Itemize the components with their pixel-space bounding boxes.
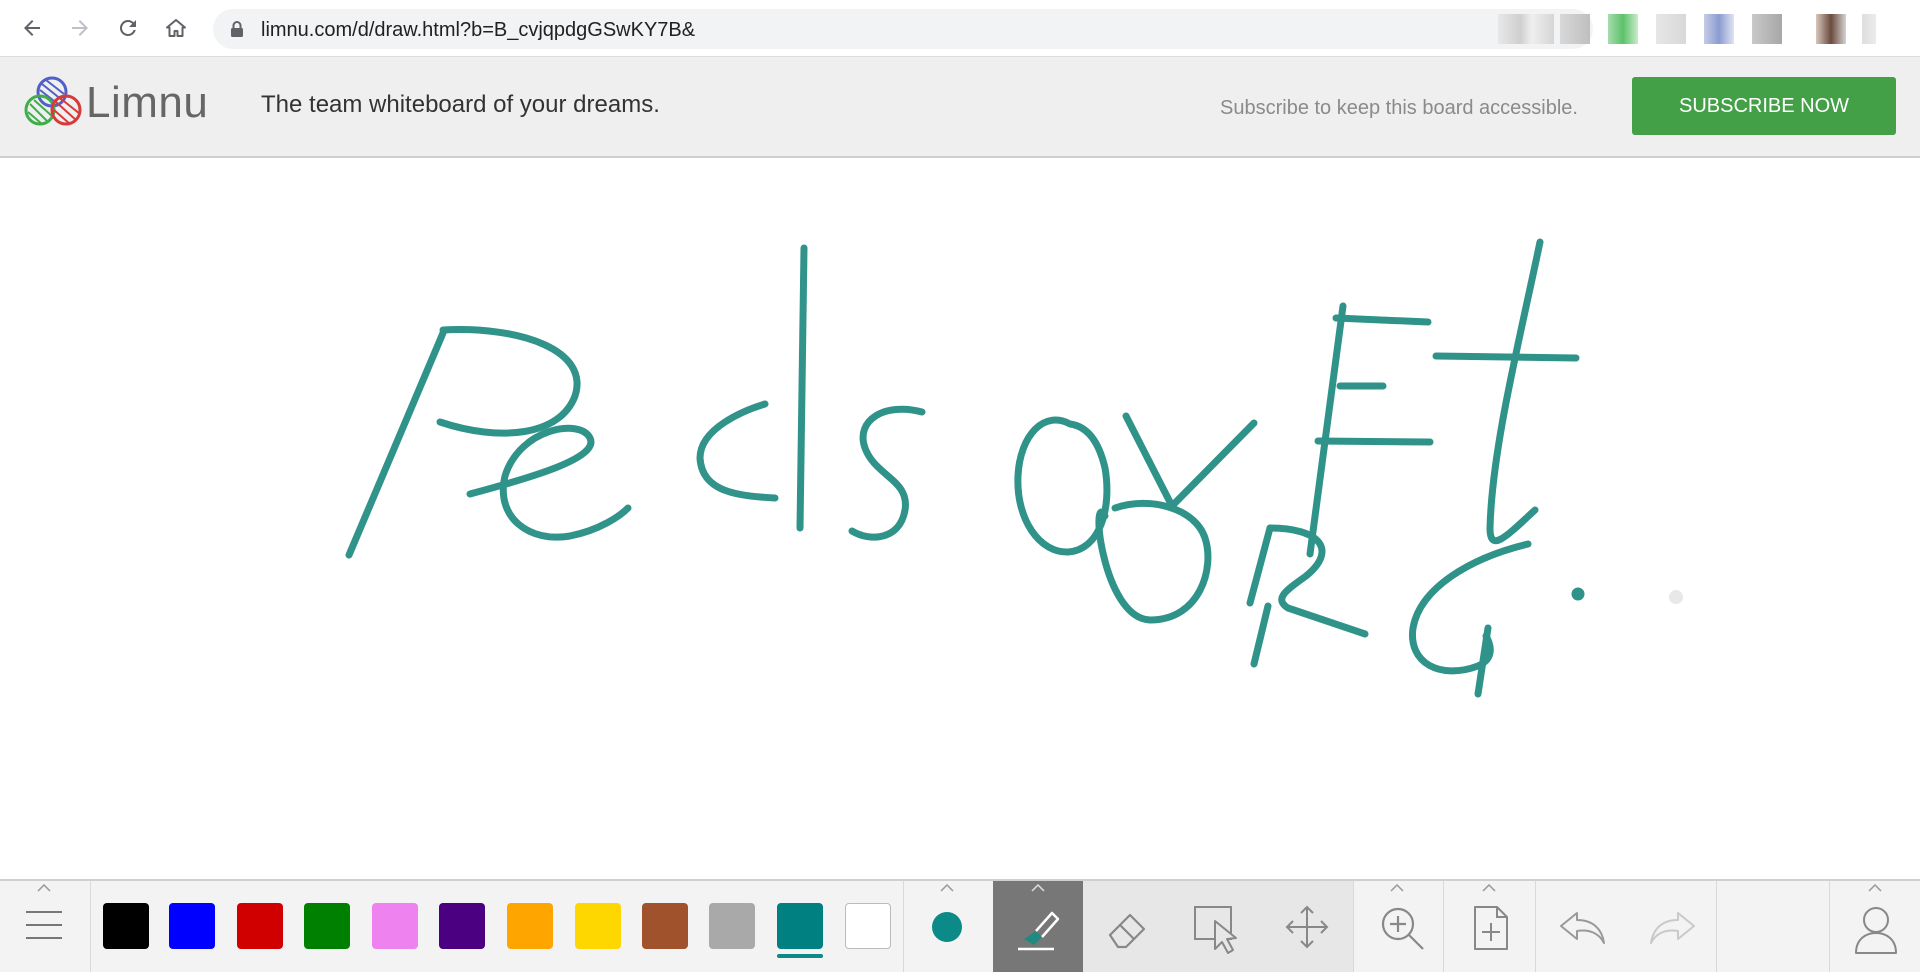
subscribe-now-button[interactable]: SUBSCRIBE NOW: [1632, 77, 1896, 135]
handwriting-strokes: [345, 238, 1585, 698]
toolbar-divider: [1443, 881, 1444, 972]
chevron-up-icon[interactable]: [1390, 884, 1404, 892]
color-swatch-pink[interactable]: [372, 903, 418, 949]
forward-button[interactable]: [62, 10, 98, 46]
extension-icon[interactable]: [1498, 14, 1554, 44]
extension-icon[interactable]: [1704, 14, 1734, 44]
undo-icon[interactable]: [1557, 909, 1607, 947]
canvas-cursor-dot: [1669, 590, 1683, 604]
color-swatch-gray[interactable]: [709, 903, 755, 949]
stroke-letter-t: [1486, 238, 1544, 545]
color-swatch-black[interactable]: [103, 903, 149, 949]
reload-button[interactable]: [110, 10, 146, 46]
toolbar-divider: [1353, 881, 1354, 972]
stroke-letter-e: [1314, 437, 1434, 446]
color-swatch-orange[interactable]: [507, 903, 553, 949]
stroke-letter-e: [466, 424, 632, 541]
add-page-icon[interactable]: [1471, 905, 1511, 951]
back-button[interactable]: [14, 10, 50, 46]
subscribe-message: Subscribe to keep this board accessible.: [1220, 97, 1578, 119]
color-swatch-indigo[interactable]: [439, 903, 485, 949]
chevron-up-icon[interactable]: [1868, 884, 1882, 892]
app-header: Limnu The team whiteboard of your dreams…: [0, 57, 1920, 158]
stroke-letter-g: [1474, 624, 1492, 698]
back-arrow-icon: [24, 20, 40, 36]
stroke-letter-p: [345, 329, 447, 559]
whiteboard-canvas[interactable]: [0, 158, 1920, 879]
color-swatch-white[interactable]: [845, 903, 891, 949]
lock-icon: [231, 21, 243, 37]
home-button[interactable]: [158, 10, 194, 46]
pan-icon[interactable]: [1285, 905, 1329, 949]
menu-icon[interactable]: [26, 909, 62, 941]
url-text: limnu.com/d/draw.html?b=B_cvjqpdgGSwKY7B…: [261, 19, 696, 41]
color-swatch-teal[interactable]: [777, 903, 823, 949]
tagline: The team whiteboard of your dreams.: [261, 91, 660, 118]
stroke-letter-o: [1095, 499, 1212, 624]
toolbar-divider: [1829, 881, 1830, 972]
chevron-up-icon[interactable]: [1482, 884, 1496, 892]
stroke-letter-e: [1306, 302, 1347, 558]
marker-icon[interactable]: [1014, 905, 1062, 953]
stroke-letter-g: [1409, 540, 1532, 675]
stroke-letter-r: [1246, 524, 1274, 607]
toolbar-divider: [1535, 881, 1536, 972]
color-swatch-blue[interactable]: [169, 903, 215, 949]
logo-text: Limnu: [86, 78, 209, 127]
extension-icon[interactable]: [1560, 14, 1590, 44]
brush-size-icon[interactable]: [931, 911, 963, 943]
eraser-icon[interactable]: [1104, 905, 1150, 951]
select-icon[interactable]: [1193, 903, 1241, 955]
address-bar[interactable]: limnu.com/d/draw.html?b=B_cvjqpdgGSwKY7B…: [213, 9, 1593, 49]
color-swatch-red[interactable]: [237, 903, 283, 949]
stroke-letter-p: [436, 326, 581, 437]
color-swatch-green[interactable]: [304, 903, 350, 949]
extension-icon[interactable]: [1862, 14, 1876, 44]
selected-color-indicator: [777, 954, 823, 958]
browser-toolbar: limnu.com/d/draw.html?b=B_cvjqpdgGSwKY7B…: [0, 0, 1920, 57]
user-icon[interactable]: [1854, 905, 1898, 955]
stroke-letter-s: [848, 405, 926, 541]
chevron-up-icon[interactable]: [1031, 884, 1045, 892]
toolbar-divider: [90, 881, 91, 972]
drawing-layer[interactable]: [0, 158, 1920, 879]
stroke-letter-t: [1432, 352, 1580, 362]
stroke-letter-v: [1122, 412, 1258, 510]
home-icon: [166, 19, 186, 37]
toolbar-divider: [903, 881, 904, 972]
stroke-dot: [1571, 587, 1585, 601]
zoom-in-icon[interactable]: [1379, 905, 1425, 951]
chevron-up-icon[interactable]: [37, 884, 51, 892]
toolbar-divider: [1716, 881, 1717, 972]
color-swatch-sienna[interactable]: [642, 903, 688, 949]
extension-icon[interactable]: [1656, 14, 1686, 44]
stroke-letter-r: [1250, 602, 1272, 668]
chevron-up-icon[interactable]: [940, 884, 954, 892]
redo-icon[interactable]: [1648, 909, 1698, 947]
bottom-toolbar: [0, 879, 1920, 972]
limnu-logo-icon[interactable]: [24, 74, 88, 130]
reload-icon: [119, 19, 136, 36]
extension-icon[interactable]: [1608, 14, 1638, 44]
stroke-letter-d: [796, 244, 808, 532]
extension-icon[interactable]: [1752, 14, 1782, 44]
profile-avatar[interactable]: [1816, 14, 1846, 44]
stroke-letter-r: [1266, 524, 1369, 638]
color-swatch-gold[interactable]: [575, 903, 621, 949]
forward-arrow-icon: [72, 20, 88, 36]
stroke-letter-o: [1014, 416, 1111, 556]
stroke-letter-d: [696, 400, 779, 502]
stroke-letter-e: [1332, 314, 1432, 326]
